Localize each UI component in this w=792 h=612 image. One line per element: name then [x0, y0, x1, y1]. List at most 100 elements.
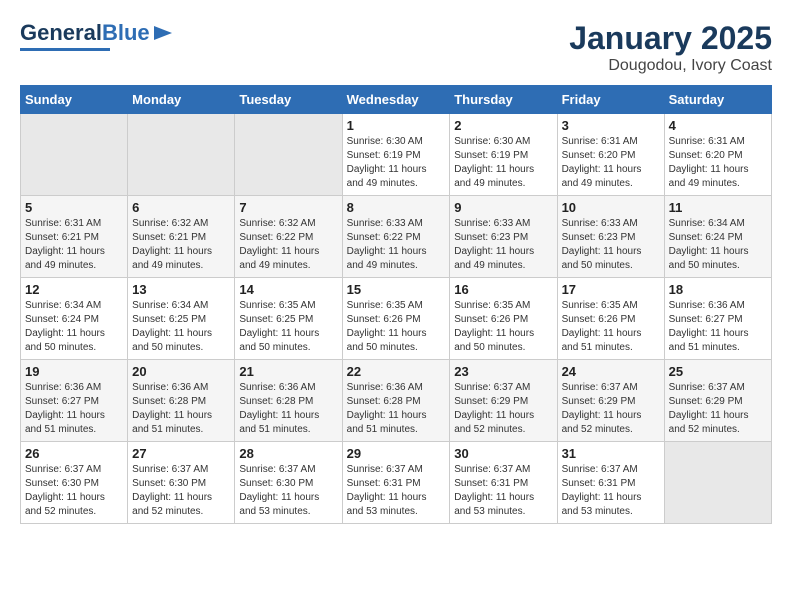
day-number: 18 [669, 282, 767, 297]
day-number: 1 [347, 118, 446, 133]
day-number: 30 [454, 446, 552, 461]
day-number: 3 [562, 118, 660, 133]
calendar-week-row: 12Sunrise: 6:34 AM Sunset: 6:24 PM Dayli… [21, 278, 772, 360]
day-number: 25 [669, 364, 767, 379]
day-number: 20 [132, 364, 230, 379]
page-subtitle: Dougodou, Ivory Coast [569, 57, 772, 75]
table-row: 21 Sunrise: 6:36 AM Sunset: 6:28 PM Dayli… [235, 360, 342, 442]
page-title: January 2025 [569, 20, 772, 57]
day-number: 28 [239, 446, 337, 461]
table-row: 9 Sunrise: 6:33 AM Sunset: 6:23 PM Daylig… [450, 196, 557, 278]
day-number: 13 [132, 282, 230, 297]
table-row: 4 Sunrise: 6:31 AM Sunset: 6:20 PM Daylig… [664, 114, 771, 196]
day-info: Sunrise: 6:37 AM Sunset: 6:30 PM Dayligh… [239, 463, 337, 519]
day-info: Sunrise: 6:37 AM Sunset: 6:29 PM Dayligh… [669, 381, 767, 437]
day-number: 31 [562, 446, 660, 461]
table-row: 24Sunrise: 6:37 AM Sunset: 6:29 PM Dayli… [557, 360, 664, 442]
day-number: 19 [25, 364, 123, 379]
day-info: Sunrise: 6:37 AM Sunset: 6:30 PM Dayligh… [132, 463, 230, 519]
day-info: Sunrise: 6:35 AM Sunset: 6:25 PM Dayligh… [239, 299, 337, 355]
table-row: 7Sunrise: 6:32 AM Sunset: 6:22 PM Daylig… [235, 196, 342, 278]
day-number: 22 [347, 364, 446, 379]
logo: General Blue [20, 20, 174, 51]
day-info: Sunrise: 6:34 AM Sunset: 6:24 PM Dayligh… [25, 299, 123, 355]
table-row [664, 442, 771, 524]
table-row: 3 Sunrise: 6:31 AM Sunset: 6:20 PM Daylig… [557, 114, 664, 196]
day-number: 24 [562, 364, 660, 379]
logo-underline [20, 48, 110, 51]
day-number: 9 [454, 200, 552, 215]
col-saturday: Saturday [664, 86, 771, 114]
table-row: 11Sunrise: 6:34 AM Sunset: 6:24 PM Dayli… [664, 196, 771, 278]
col-friday: Friday [557, 86, 664, 114]
day-info: Sunrise: 6:30 AM Sunset: 6:19 PM Dayligh… [347, 135, 446, 191]
col-sunday: Sunday [21, 86, 128, 114]
col-monday: Monday [128, 86, 235, 114]
day-info: Sunrise: 6:31 AM Sunset: 6:20 PM Dayligh… [669, 135, 767, 191]
day-info: Sunrise: 6:33 AM Sunset: 6:23 PM Dayligh… [562, 217, 660, 273]
table-row: 10 Sunrise: 6:33 AM Sunset: 6:23 PM Dayli… [557, 196, 664, 278]
table-row: 15 Sunrise: 6:35 AM Sunset: 6:26 PM Dayli… [342, 278, 450, 360]
day-number: 23 [454, 364, 552, 379]
table-row: 19 Sunrise: 6:36 AM Sunset: 6:27 PM Dayli… [21, 360, 128, 442]
page-header: General Blue January 2025 Dougodou, Ivor… [20, 20, 772, 75]
table-row: 6Sunrise: 6:32 AM Sunset: 6:21 PM Daylig… [128, 196, 235, 278]
col-thursday: Thursday [450, 86, 557, 114]
day-number: 27 [132, 446, 230, 461]
logo-blue: Blue [102, 20, 150, 46]
table-row: 12Sunrise: 6:34 AM Sunset: 6:24 PM Dayli… [21, 278, 128, 360]
table-row: 27 Sunrise: 6:37 AM Sunset: 6:30 PM Dayli… [128, 442, 235, 524]
day-info: Sunrise: 6:33 AM Sunset: 6:22 PM Dayligh… [347, 217, 446, 273]
day-info: Sunrise: 6:37 AM Sunset: 6:31 PM Dayligh… [454, 463, 552, 519]
table-row: 14Sunrise: 6:35 AM Sunset: 6:25 PM Dayli… [235, 278, 342, 360]
day-number: 6 [132, 200, 230, 215]
day-number: 10 [562, 200, 660, 215]
day-number: 21 [239, 364, 337, 379]
calendar-week-row: 26Sunrise: 6:37 AM Sunset: 6:30 PM Dayli… [21, 442, 772, 524]
day-info: Sunrise: 6:36 AM Sunset: 6:27 PM Dayligh… [669, 299, 767, 355]
title-block: January 2025 Dougodou, Ivory Coast [569, 20, 772, 75]
day-info: Sunrise: 6:36 AM Sunset: 6:27 PM Dayligh… [25, 381, 123, 437]
table-row: 18 Sunrise: 6:36 AM Sunset: 6:27 PM Dayli… [664, 278, 771, 360]
day-info: Sunrise: 6:35 AM Sunset: 6:26 PM Dayligh… [562, 299, 660, 355]
table-row: 20Sunrise: 6:36 AM Sunset: 6:28 PM Dayli… [128, 360, 235, 442]
day-info: Sunrise: 6:34 AM Sunset: 6:25 PM Dayligh… [132, 299, 230, 355]
table-row: 25 Sunrise: 6:37 AM Sunset: 6:29 PM Dayli… [664, 360, 771, 442]
logo-general: General [20, 20, 102, 46]
table-row [128, 114, 235, 196]
day-info: Sunrise: 6:36 AM Sunset: 6:28 PM Dayligh… [239, 381, 337, 437]
day-info: Sunrise: 6:37 AM Sunset: 6:29 PM Dayligh… [454, 381, 552, 437]
day-info: Sunrise: 6:35 AM Sunset: 6:26 PM Dayligh… [454, 299, 552, 355]
calendar-week-row: 19 Sunrise: 6:36 AM Sunset: 6:27 PM Dayli… [21, 360, 772, 442]
table-row: 22 Sunrise: 6:36 AM Sunset: 6:28 PM Dayli… [342, 360, 450, 442]
table-row: 31 Sunrise: 6:37 AM Sunset: 6:31 PM Dayli… [557, 442, 664, 524]
day-info: Sunrise: 6:30 AM Sunset: 6:19 PM Dayligh… [454, 135, 552, 191]
table-row [235, 114, 342, 196]
day-info: Sunrise: 6:31 AM Sunset: 6:20 PM Dayligh… [562, 135, 660, 191]
day-number: 16 [454, 282, 552, 297]
calendar-week-row: 5Sunrise: 6:31 AM Sunset: 6:21 PM Daylig… [21, 196, 772, 278]
day-number: 2 [454, 118, 552, 133]
table-row: 2 Sunrise: 6:30 AM Sunset: 6:19 PM Daylig… [450, 114, 557, 196]
table-row: 16 Sunrise: 6:35 AM Sunset: 6:26 PM Dayli… [450, 278, 557, 360]
day-number: 4 [669, 118, 767, 133]
day-info: Sunrise: 6:37 AM Sunset: 6:31 PM Dayligh… [562, 463, 660, 519]
day-info: Sunrise: 6:37 AM Sunset: 6:31 PM Dayligh… [347, 463, 446, 519]
day-info: Sunrise: 6:31 AM Sunset: 6:21 PM Dayligh… [25, 217, 123, 273]
day-info: Sunrise: 6:37 AM Sunset: 6:30 PM Dayligh… [25, 463, 123, 519]
day-info: Sunrise: 6:33 AM Sunset: 6:23 PM Dayligh… [454, 217, 552, 273]
calendar-header-row: Sunday Monday Tuesday Wednesday Thursday… [21, 86, 772, 114]
day-info: Sunrise: 6:35 AM Sunset: 6:26 PM Dayligh… [347, 299, 446, 355]
day-info: Sunrise: 6:34 AM Sunset: 6:24 PM Dayligh… [669, 217, 767, 273]
table-row [21, 114, 128, 196]
day-info: Sunrise: 6:32 AM Sunset: 6:22 PM Dayligh… [239, 217, 337, 273]
logo-arrow-icon [152, 22, 174, 44]
day-info: Sunrise: 6:36 AM Sunset: 6:28 PM Dayligh… [347, 381, 446, 437]
table-row: 29 Sunrise: 6:37 AM Sunset: 6:31 PM Dayli… [342, 442, 450, 524]
day-number: 29 [347, 446, 446, 461]
table-row: 5Sunrise: 6:31 AM Sunset: 6:21 PM Daylig… [21, 196, 128, 278]
table-row: 28 Sunrise: 6:37 AM Sunset: 6:30 PM Dayli… [235, 442, 342, 524]
table-row: 26Sunrise: 6:37 AM Sunset: 6:30 PM Dayli… [21, 442, 128, 524]
day-number: 15 [347, 282, 446, 297]
col-wednesday: Wednesday [342, 86, 450, 114]
